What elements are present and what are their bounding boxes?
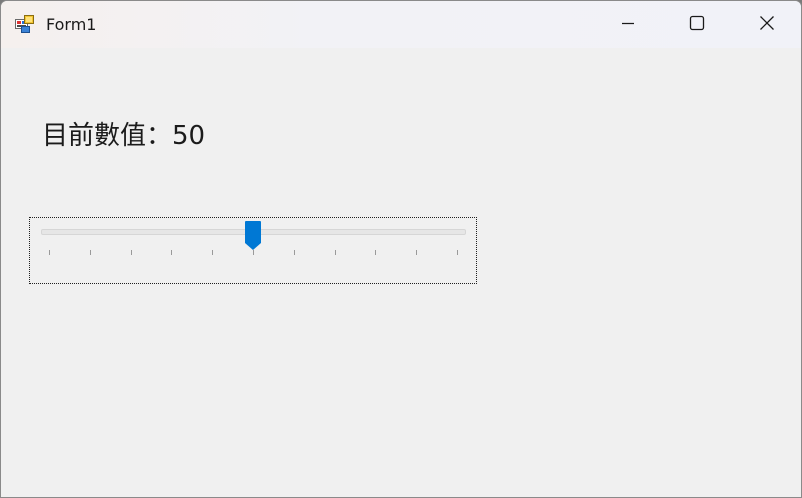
minimize-icon: [620, 15, 636, 35]
trackbar-tick: [416, 250, 418, 255]
winforms-app-icon: [15, 15, 35, 33]
trackbar-tick: [293, 250, 295, 255]
trackbar-tick: [375, 250, 377, 255]
trackbar-thumb[interactable]: [244, 220, 262, 250]
close-icon: [759, 15, 775, 35]
trackbar-tick: [212, 250, 214, 255]
value-trackbar[interactable]: [29, 217, 477, 284]
maximize-button[interactable]: [662, 1, 732, 48]
trackbar-tick: [253, 250, 254, 255]
close-button[interactable]: [732, 1, 801, 48]
trackbar-tick: [49, 250, 50, 255]
trackbar-tick: [457, 250, 458, 255]
trackbar-tick: [334, 250, 336, 255]
trackbar-tick: [171, 250, 173, 255]
title-bar[interactable]: Form1: [1, 1, 801, 48]
trackbar-tick: [130, 250, 132, 255]
minimize-button[interactable]: [593, 1, 663, 48]
form1-window: Form1 目前數值：50: [0, 0, 802, 498]
current-value-label: 目前數值：50: [42, 121, 206, 151]
window-title: Form1: [46, 15, 97, 34]
trackbar-tick: [89, 250, 91, 255]
maximize-icon: [689, 15, 705, 35]
